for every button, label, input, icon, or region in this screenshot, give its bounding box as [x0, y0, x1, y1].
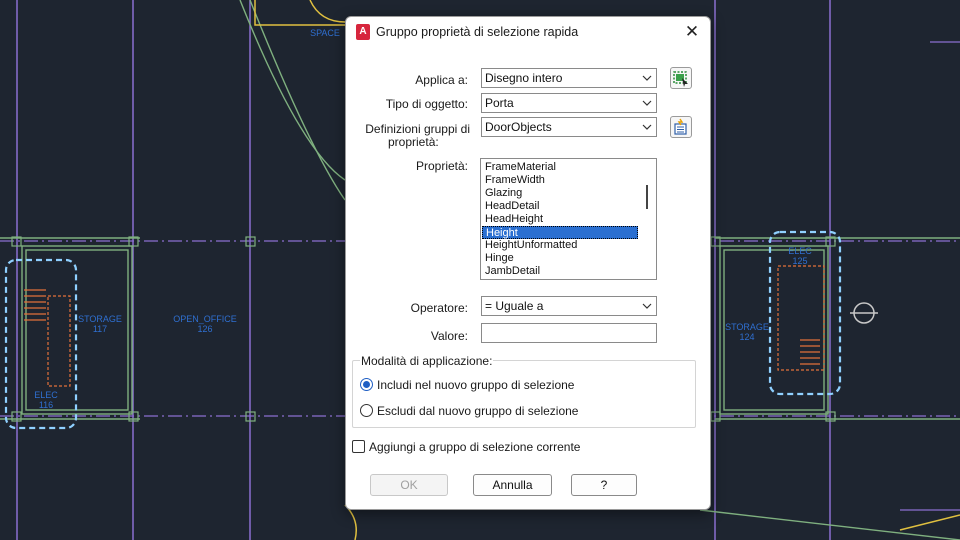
autocad-app-icon: A — [356, 24, 370, 40]
operator-label: Operatore: — [410, 301, 468, 315]
space-tag: SPACE — [310, 28, 340, 38]
apply-mode-caption: Modalità di applicazione: — [360, 354, 494, 368]
value-input[interactable] — [481, 323, 657, 343]
room-label-storage-124: STORAGE — [725, 322, 769, 332]
property-set-defs-label: Definizioni gruppi di proprietà: — [356, 123, 470, 149]
property-set-manager-button[interactable] — [670, 116, 692, 138]
dialog-title: Gruppo proprietà di selezione rapida — [376, 25, 579, 39]
room-number-117: 117 — [93, 324, 107, 334]
object-type-dropdown[interactable]: Porta — [481, 93, 657, 113]
list-item[interactable]: Hinge — [482, 252, 638, 265]
property-set-defs-value: DoorObjects — [485, 120, 552, 134]
room-number-124: 124 — [739, 332, 754, 342]
chevron-down-icon — [642, 100, 652, 106]
room-number-126: 126 — [197, 324, 212, 334]
dialog-titlebar[interactable]: A Gruppo proprietà di selezione rapida ✕ — [346, 17, 710, 47]
list-item[interactable]: HeadHeight — [482, 213, 638, 226]
list-item[interactable]: FrameWidth — [482, 174, 638, 187]
include-radio[interactable] — [360, 378, 373, 391]
chevron-down-icon — [642, 303, 652, 309]
property-set-defs-dropdown[interactable]: DoorObjects — [481, 117, 657, 137]
room-number-125: 125 — [792, 256, 807, 266]
append-checkbox[interactable] — [352, 440, 365, 453]
include-radio-label[interactable]: Includi nel nuovo gruppo di selezione — [377, 378, 574, 392]
help-button[interactable]: ? — [571, 474, 637, 496]
room-label-storage-117: STORAGE — [78, 314, 122, 324]
object-type-value: Porta — [485, 96, 514, 110]
properties-label: Proprietà: — [415, 159, 468, 173]
list-item[interactable]: HeadDetail — [482, 200, 638, 213]
ok-button[interactable]: OK — [370, 474, 448, 496]
chevron-down-icon — [642, 75, 652, 81]
chevron-down-icon — [642, 124, 652, 130]
cancel-button[interactable]: Annulla — [473, 474, 552, 496]
object-type-label: Tipo di oggetto: — [385, 97, 468, 111]
select-objects-icon — [673, 71, 688, 87]
list-item[interactable]: JambDetail — [482, 265, 638, 278]
exclude-radio-label[interactable]: Escludi dal nuovo gruppo di selezione — [377, 404, 578, 418]
list-item[interactable]: FrameMaterial — [482, 161, 638, 174]
apply-to-label: Applica a: — [415, 73, 468, 87]
properties-scrollbar[interactable] — [646, 185, 648, 209]
property-set-icon — [674, 118, 687, 135]
list-item[interactable]: HeightUnformatted — [482, 239, 638, 252]
close-button[interactable]: ✕ — [680, 21, 704, 43]
value-label: Valore: — [430, 329, 468, 343]
operator-value: = Uguale a — [485, 299, 544, 313]
list-item-selected[interactable]: Height — [482, 226, 638, 239]
operator-dropdown[interactable]: = Uguale a — [481, 296, 657, 316]
list-item[interactable]: Glazing — [482, 187, 638, 200]
room-label-open-office: OPEN_OFFICE — [173, 314, 237, 324]
properties-listbox[interactable]: FrameMaterial FrameWidth Glazing HeadDet… — [480, 158, 657, 280]
exclude-radio[interactable] — [360, 404, 373, 417]
room-label-elec-116: ELEC — [34, 390, 58, 400]
property-set-defs-label-line2: proprietà: — [388, 135, 439, 149]
apply-to-dropdown[interactable]: Disegno intero — [481, 68, 657, 88]
apply-to-value: Disegno intero — [485, 71, 563, 85]
select-objects-button[interactable] — [670, 67, 692, 89]
quick-select-dialog: A Gruppo proprietà di selezione rapida ✕… — [345, 16, 711, 510]
append-checkbox-label[interactable]: Aggiungi a gruppo di selezione corrente — [369, 440, 580, 454]
room-label-elec-125: ELEC — [788, 246, 812, 256]
room-number-116: 116 — [39, 400, 53, 410]
